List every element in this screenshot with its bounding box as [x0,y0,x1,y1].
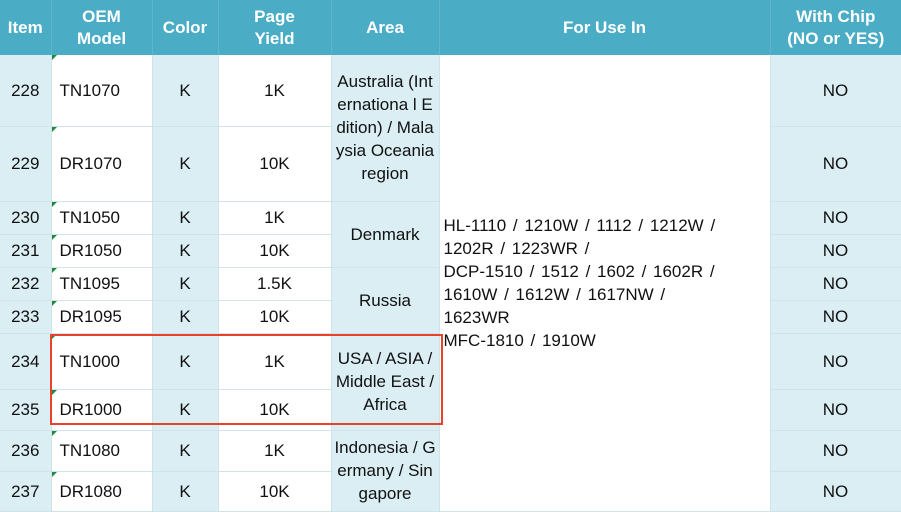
table-row: 228 TN1070 K 1K Australia (Internationa … [0,55,901,512]
item-cell: 231 [0,234,52,268]
item-cell: 228 [0,55,52,127]
chip-cell: NO [770,430,901,472]
model-cell: DR1050 [51,234,153,268]
item-cell: 229 [0,126,52,202]
item-cell: 233 [0,300,52,334]
header-row: Item OEM Model Color Page Yield Area For U… [0,0,901,55]
for-use-line: HL-1110 / 1210W / 1112 / 1212W / [443,215,716,235]
chip-cell: NO [770,300,901,334]
yield-cell: 10K [218,389,332,431]
yield-cell: 10K [218,234,332,268]
header-item: Item [0,0,52,55]
yield-cell: 10K [218,126,332,202]
chip-cell: NO [770,234,901,268]
area-cell: USA / ASIA / Middle East / Africa [331,333,440,431]
model-cell: TN1080 [51,430,153,472]
yield-cell: 10K [218,300,332,334]
chip-cell: NO [770,126,901,202]
model-cell: DR1080 [51,471,153,512]
header-oem-model: OEM Model [51,0,153,55]
item-cell: 232 [0,267,52,301]
product-table: Item OEM Model Color Page Yield Area For U… [0,0,901,512]
model-cell: DR1070 [51,126,153,202]
model-cell: DR1095 [51,300,153,334]
chip-cell: NO [770,267,901,301]
chip-cell: NO [770,201,901,235]
for-use-line: 1623WR [443,307,510,327]
model-cell: TN1050 [51,201,153,235]
color-cell: K [152,471,219,512]
color-cell: K [152,55,219,127]
yield-cell: 1.5K [218,267,332,301]
color-cell: K [152,126,219,202]
chip-cell: NO [770,55,901,127]
model-cell: TN1000 [51,333,153,390]
color-cell: K [152,201,219,235]
color-cell: K [152,267,219,301]
yield-cell: 1K [218,333,332,390]
for-use-in-cell: HL-1110 / 1210W / 1112 / 1212W / 1202R /… [439,55,771,512]
area-cell: Denmark [331,201,440,268]
yield-cell: 1K [218,201,332,235]
item-cell: 236 [0,430,52,472]
area-cell: Australia (Internationa l Edition) / Mal… [331,55,440,202]
for-use-line: 1202R / 1223WR / [443,238,590,258]
area-cell: Indonesia / Germany / Singapore [331,430,440,512]
color-cell: K [152,234,219,268]
chip-cell: NO [770,471,901,512]
for-use-line: MFC-1810 / 1910W [443,330,596,350]
yield-cell: 1K [218,430,332,472]
chip-cell: NO [770,333,901,390]
header-area: Area [331,0,440,55]
area-cell: Russia [331,267,440,334]
header-with-chip: With Chip (NO or YES) [770,0,901,55]
for-use-line: DCP-1510 / 1512 / 1602 / 1602R / [443,261,715,281]
model-cell: TN1070 [51,55,153,127]
color-cell: K [152,430,219,472]
for-use-line: 1610W / 1612W / 1617NW / [443,284,666,304]
item-cell: 237 [0,471,52,512]
header-color: Color [152,0,219,55]
color-cell: K [152,333,219,390]
model-cell: DR1000 [51,389,153,431]
yield-cell: 10K [218,471,332,512]
yield-cell: 1K [218,55,332,127]
item-cell: 234 [0,333,52,390]
item-cell: 235 [0,389,52,431]
chip-cell: NO [770,389,901,431]
color-cell: K [152,300,219,334]
color-cell: K [152,389,219,431]
header-for-use-in: For Use In [439,0,771,55]
item-cell: 230 [0,201,52,235]
header-page-yield: Page Yield [218,0,332,55]
model-cell: TN1095 [51,267,153,301]
